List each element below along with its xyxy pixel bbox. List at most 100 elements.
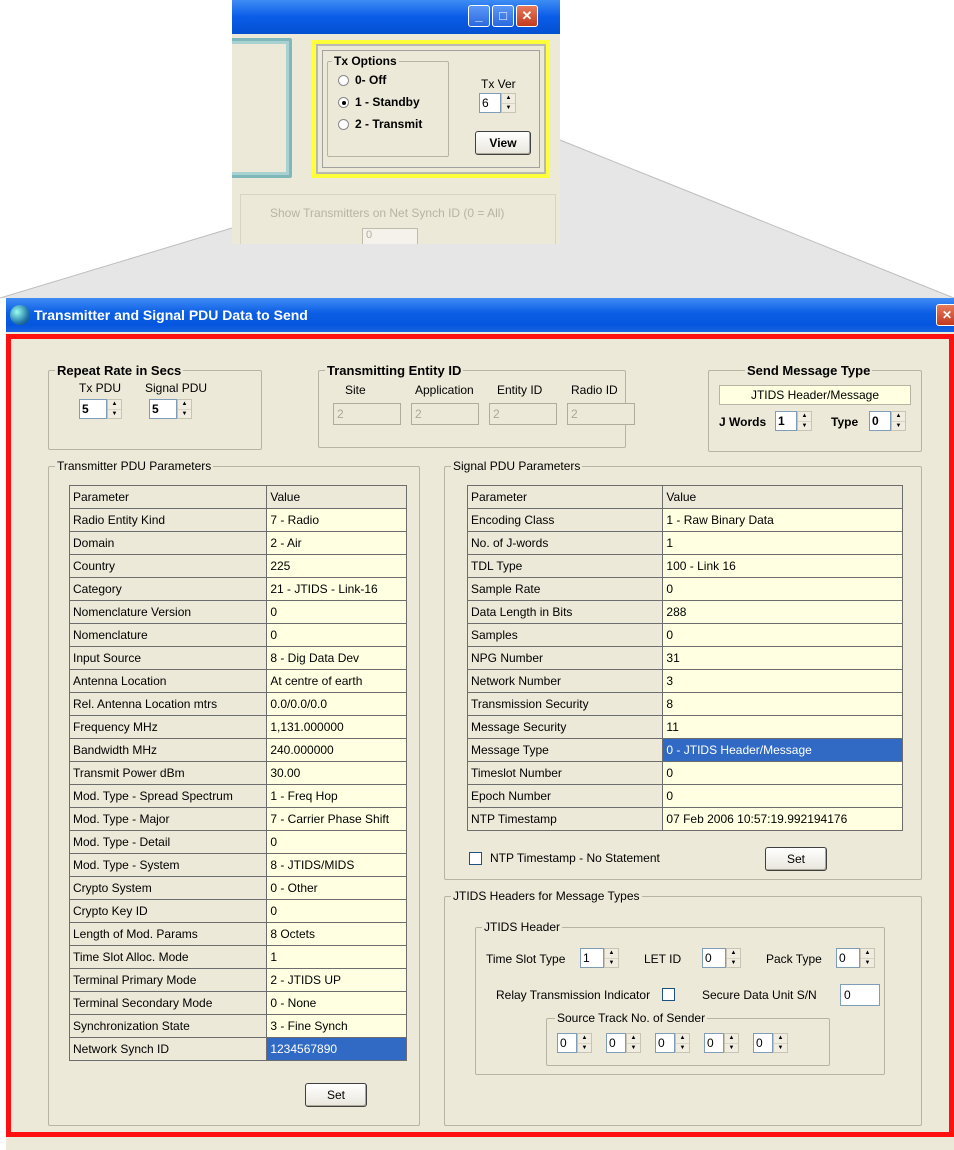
- table-row[interactable]: NPG Number 31: [466, 646, 903, 670]
- parameter-value-cell[interactable]: 288: [662, 600, 903, 624]
- table-row[interactable]: Mod. Type - Spread Spectrum 1 - Freq Hop: [68, 784, 407, 808]
- time-slot-type-stepper[interactable]: 1 ▲ ▼: [580, 948, 619, 968]
- table-row[interactable]: Category 21 - JTIDS - Link-16: [68, 577, 407, 601]
- parameter-value-cell[interactable]: 0 - Other: [266, 876, 407, 900]
- table-row[interactable]: Antenna Location At centre of earth: [68, 669, 407, 693]
- j-words-value[interactable]: 1: [775, 411, 797, 431]
- spin-arrows-icon[interactable]: ▲ ▼: [626, 1033, 641, 1053]
- parameter-value-cell[interactable]: 2 - Air: [266, 531, 407, 555]
- type-value[interactable]: 0: [869, 411, 891, 431]
- pack-type-stepper[interactable]: 0 ▲ ▼: [836, 948, 875, 968]
- spin-arrows-icon[interactable]: ▲ ▼: [724, 1033, 739, 1053]
- ntp-no-statement-checkbox[interactable]: NTP Timestamp - No Statement: [469, 851, 660, 865]
- table-row[interactable]: Country 225: [68, 554, 407, 578]
- time-slot-type-value[interactable]: 1: [580, 948, 604, 968]
- table-row[interactable]: Transmit Power dBm 30.00: [68, 761, 407, 785]
- parameter-value-cell[interactable]: 30.00: [266, 761, 407, 785]
- pack-type-value[interactable]: 0: [836, 948, 860, 968]
- table-row[interactable]: Data Length in Bits 288: [466, 600, 903, 624]
- parameter-value-cell[interactable]: 100 - Link 16: [662, 554, 903, 578]
- relay-transmission-checkbox[interactable]: [662, 988, 675, 1001]
- net-synch-filter-input[interactable]: 0: [362, 228, 418, 244]
- parameter-value-cell[interactable]: 1234567890: [266, 1037, 407, 1061]
- table-row[interactable]: Terminal Primary Mode 2 - JTIDS UP: [68, 968, 407, 992]
- spin-arrows-icon[interactable]: ▲ ▼: [860, 948, 875, 968]
- table-row[interactable]: Bandwidth MHz 240.000000: [68, 738, 407, 762]
- close-window-icon[interactable]: ✕: [936, 304, 954, 326]
- source-track-stepper[interactable]: 0 ▲ ▼: [753, 1033, 788, 1053]
- let-id-value[interactable]: 0: [702, 948, 726, 968]
- tx-ver-value[interactable]: 6: [479, 93, 501, 113]
- table-row[interactable]: Message Type 0 - JTIDS Header/Message: [466, 738, 903, 762]
- secure-data-unit-input[interactable]: 0: [840, 984, 880, 1006]
- table-row[interactable]: Rel. Antenna Location mtrs 0.0/0.0/0.0: [68, 692, 407, 716]
- application-input[interactable]: 2: [411, 403, 479, 425]
- view-button[interactable]: View: [475, 131, 531, 155]
- tx-option-off[interactable]: 0- Off: [338, 70, 386, 90]
- table-row[interactable]: Nomenclature Version 0: [68, 600, 407, 624]
- tx-pdu-rate-value[interactable]: 5: [79, 399, 107, 419]
- checkbox-icon[interactable]: [469, 851, 482, 865]
- table-row[interactable]: Crypto System 0 - Other: [68, 876, 407, 900]
- parameter-value-cell[interactable]: 1 - Raw Binary Data: [662, 508, 903, 532]
- close-icon[interactable]: ✕: [516, 5, 538, 27]
- signal-parameter-table[interactable]: Parameter Value Encoding Class 1 - Raw Bi…: [466, 485, 903, 831]
- spin-arrows-icon[interactable]: ▲ ▼: [675, 1033, 690, 1053]
- type-stepper[interactable]: 0 ▲ ▼: [869, 411, 906, 431]
- parameter-value-cell[interactable]: 240.000000: [266, 738, 407, 762]
- parameter-value-cell[interactable]: 31: [662, 646, 903, 670]
- signal-pdu-rate-value[interactable]: 5: [149, 399, 177, 419]
- parameter-value-cell[interactable]: 8 Octets: [266, 922, 407, 946]
- parameter-value-cell[interactable]: 0: [662, 577, 903, 601]
- parameter-value-cell[interactable]: 225: [266, 554, 407, 578]
- table-row[interactable]: Domain 2 - Air: [68, 531, 407, 555]
- parameter-value-cell[interactable]: 1: [266, 945, 407, 969]
- table-row[interactable]: Mod. Type - Detail 0: [68, 830, 407, 854]
- parameter-value-cell[interactable]: 8 - JTIDS/MIDS: [266, 853, 407, 877]
- tx-option-transmit[interactable]: 2 - Transmit: [338, 114, 422, 134]
- site-input[interactable]: 2: [333, 403, 401, 425]
- transmitter-set-button[interactable]: Set: [305, 1083, 367, 1107]
- table-row[interactable]: Network Number 3: [466, 669, 903, 693]
- parameter-value-cell[interactable]: 3: [662, 669, 903, 693]
- signal-set-button[interactable]: Set: [765, 847, 827, 871]
- spin-arrows-icon[interactable]: ▲ ▼: [107, 399, 122, 419]
- spin-arrows-icon[interactable]: ▲ ▼: [773, 1033, 788, 1053]
- parameter-value-cell[interactable]: 0: [266, 600, 407, 624]
- source-track-value[interactable]: 0: [704, 1033, 724, 1053]
- source-track-value[interactable]: 0: [753, 1033, 773, 1053]
- parameter-value-cell[interactable]: 3 - Fine Synch: [266, 1014, 407, 1038]
- source-track-stepper[interactable]: 0 ▲ ▼: [704, 1033, 739, 1053]
- parameter-value-cell[interactable]: 0: [266, 899, 407, 923]
- table-row[interactable]: Length of Mod. Params 8 Octets: [68, 922, 407, 946]
- parameter-value-cell[interactable]: 7 - Radio: [266, 508, 407, 532]
- parameter-value-cell[interactable]: 0: [662, 623, 903, 647]
- parameter-value-cell[interactable]: 21 - JTIDS - Link-16: [266, 577, 407, 601]
- parameter-value-cell[interactable]: 1 - Freq Hop: [266, 784, 407, 808]
- spin-arrows-icon[interactable]: ▲ ▼: [501, 93, 516, 113]
- source-track-stepper[interactable]: 0 ▲ ▼: [557, 1033, 592, 1053]
- source-track-stepper[interactable]: 0 ▲ ▼: [655, 1033, 690, 1053]
- table-row[interactable]: Message Security 11: [466, 715, 903, 739]
- maximize-icon[interactable]: □: [492, 5, 514, 27]
- table-row[interactable]: NTP Timestamp 07 Feb 2006 10:57:19.992194…: [466, 807, 903, 831]
- parameter-value-cell[interactable]: 1: [662, 531, 903, 555]
- tx-ver-stepper[interactable]: 6 ▲ ▼: [479, 93, 516, 113]
- table-row[interactable]: Network Synch ID 1234567890: [68, 1037, 407, 1061]
- parameter-value-cell[interactable]: 0 - JTIDS Header/Message: [662, 738, 903, 762]
- parameter-value-cell[interactable]: 0 - None: [266, 991, 407, 1015]
- spin-arrows-icon[interactable]: ▲ ▼: [797, 411, 812, 431]
- transmitter-parameter-table[interactable]: Parameter Value Radio Entity Kind 7 - Rad…: [68, 485, 407, 1061]
- table-row[interactable]: Terminal Secondary Mode 0 - None: [68, 991, 407, 1015]
- table-row[interactable]: Epoch Number 0: [466, 784, 903, 808]
- table-row[interactable]: Input Source 8 - Dig Data Dev: [68, 646, 407, 670]
- table-row[interactable]: Sample Rate 0: [466, 577, 903, 601]
- radio-id-input[interactable]: 2: [567, 403, 635, 425]
- parameter-value-cell[interactable]: 07 Feb 2006 10:57:19.992194176: [662, 807, 903, 831]
- table-row[interactable]: Time Slot Alloc. Mode 1: [68, 945, 407, 969]
- spin-arrows-icon[interactable]: ▲ ▼: [177, 399, 192, 419]
- table-row[interactable]: Crypto Key ID 0: [68, 899, 407, 923]
- table-row[interactable]: Radio Entity Kind 7 - Radio: [68, 508, 407, 532]
- table-row[interactable]: Timeslot Number 0: [466, 761, 903, 785]
- table-row[interactable]: No. of J-words 1: [466, 531, 903, 555]
